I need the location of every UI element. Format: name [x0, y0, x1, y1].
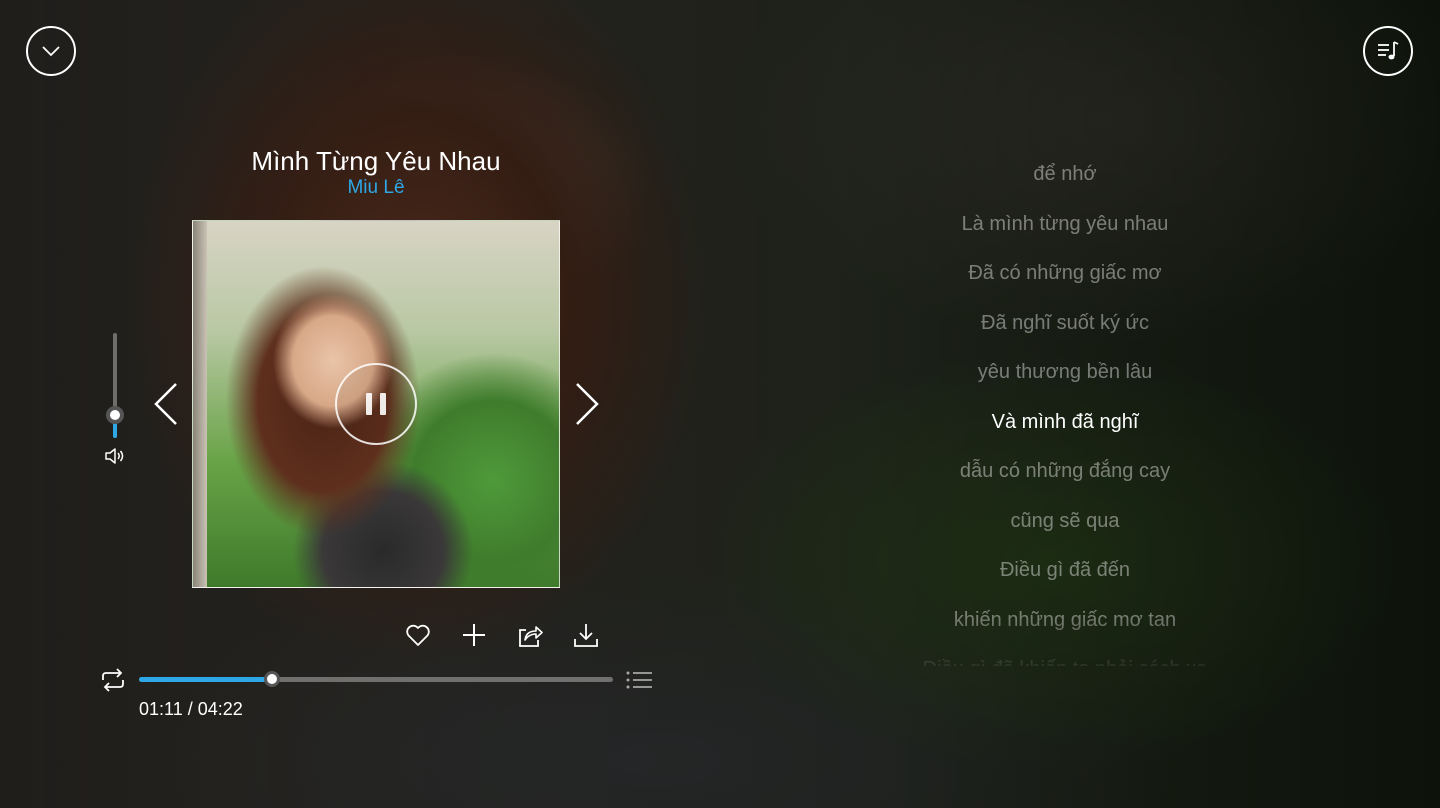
- lyrics-panel[interactable]: để nhớ Là mình từng yêu nhau Đã có những g…: [880, 150, 1250, 666]
- lyric-line: dẫu có những đắng cay: [959, 460, 1171, 482]
- lyric-line: để nhớ: [1033, 163, 1097, 185]
- plus-icon: [463, 624, 485, 646]
- chevron-down-icon: [42, 46, 60, 57]
- playlist-button[interactable]: [1363, 26, 1413, 76]
- lyric-line: Điều gì đã khiến ta phải cách xa: [880, 645, 1250, 666]
- lyric-line: Đã nghĩ suốt ký ức: [981, 311, 1149, 334]
- pause-button[interactable]: [335, 363, 417, 445]
- download-icon: [574, 624, 598, 647]
- chevron-right-icon[interactable]: [571, 380, 601, 428]
- time-display: 01:11 / 04:22: [139, 699, 243, 719]
- download-button[interactable]: [572, 621, 600, 649]
- progress-bar[interactable]: [139, 671, 613, 687]
- collapse-button[interactable]: [26, 26, 76, 76]
- chevron-left-icon[interactable]: [152, 380, 182, 428]
- progress-handle[interactable]: [263, 671, 280, 687]
- pause-icon: [366, 393, 386, 415]
- lyric-line: khiến những giấc mơ tan: [953, 608, 1177, 631]
- song-title: Mình Từng Yêu Nhau: [251, 146, 501, 176]
- queue-list-icon[interactable]: [625, 669, 653, 691]
- lyric-line: yêu thương bền lâu: [977, 361, 1153, 383]
- music-list-icon: [1378, 41, 1399, 60]
- volume-handle[interactable]: [106, 405, 124, 424]
- share-icon: [519, 626, 543, 647]
- share-button[interactable]: [516, 621, 544, 649]
- repeat-icon[interactable]: [99, 667, 127, 693]
- volume-control[interactable]: [103, 333, 127, 473]
- lyric-line: Đã có những giấc mơ: [968, 262, 1162, 284]
- lyric-line-active: Và mình đã nghĩ: [991, 410, 1139, 433]
- cover-detail: [193, 221, 207, 587]
- like-button[interactable]: [404, 621, 432, 649]
- lyric-line: Điều gì đã đến: [999, 559, 1131, 581]
- lyric-line: Là mình từng yêu nhau: [961, 212, 1169, 235]
- lyric-line: cũng sẽ qua: [1010, 509, 1120, 532]
- song-info: Mình Từng Yêu Nhau Miu Lê: [176, 146, 576, 200]
- heart-icon: [406, 624, 430, 646]
- add-button[interactable]: [460, 621, 488, 649]
- speaker-icon[interactable]: [103, 444, 127, 468]
- artist-name[interactable]: Miu Lê: [176, 176, 576, 200]
- song-actions: [404, 621, 600, 649]
- progress-fill: [139, 677, 272, 682]
